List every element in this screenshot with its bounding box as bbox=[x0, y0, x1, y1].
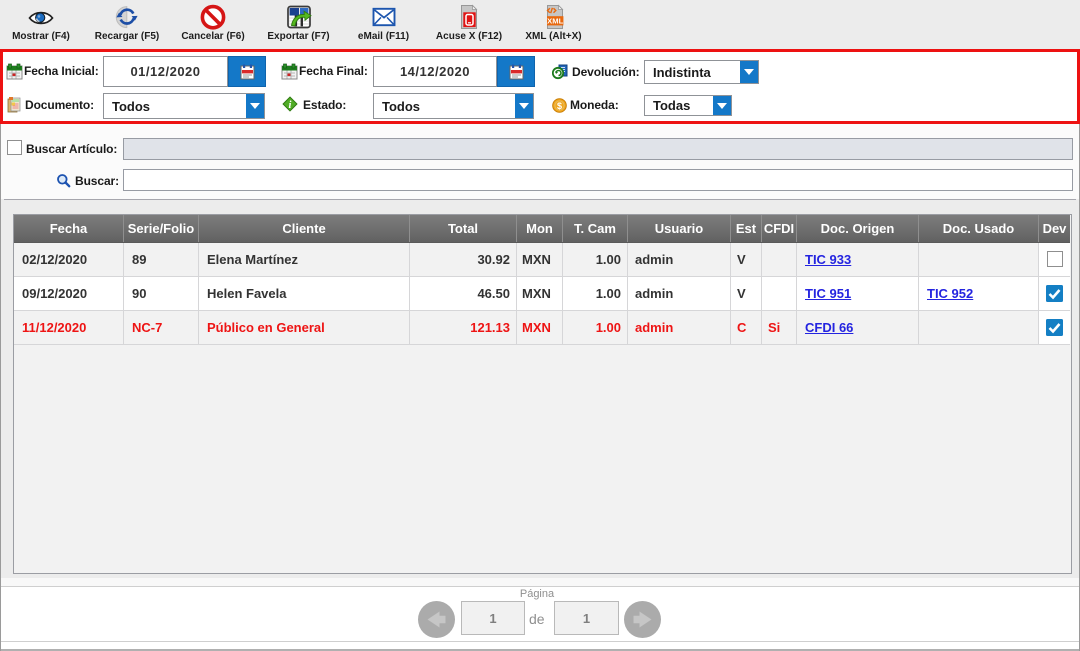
svg-text:i: i bbox=[289, 100, 292, 111]
svg-text:$: $ bbox=[557, 101, 562, 111]
svg-text:XML: XML bbox=[547, 17, 563, 26]
